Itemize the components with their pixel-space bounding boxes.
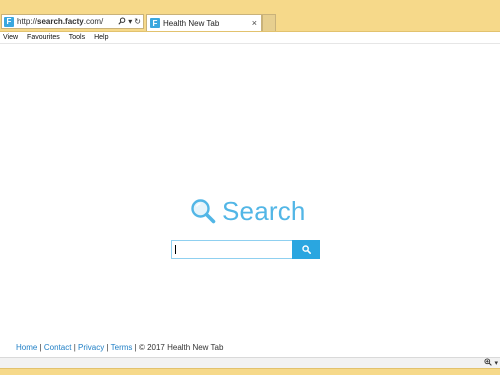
search-input[interactable] [171, 240, 292, 259]
footer-link-contact[interactable]: Contact [44, 343, 72, 352]
menu-bar: View Favourites Tools Help [0, 32, 500, 44]
browser-toolbar: F http://search.facty.com/ ▾ ↻ F Health … [0, 0, 500, 32]
site-favicon-icon: F [4, 16, 14, 27]
menu-view[interactable]: View [3, 34, 18, 41]
new-tab-button[interactable] [262, 14, 276, 31]
footer-separator: | [134, 343, 137, 352]
url-prefix: http:// [17, 17, 38, 26]
tab-health-new-tab[interactable]: F Health New Tab × [146, 14, 262, 31]
footer-link-terms[interactable]: Terms [111, 343, 133, 352]
menu-help[interactable]: Help [94, 34, 108, 41]
status-bar: ▾ [0, 357, 500, 368]
footer-separator: | [39, 343, 42, 352]
tab-close-icon[interactable]: × [252, 18, 261, 28]
search-logo-text: Search [222, 196, 306, 226]
url-host: search.facty [37, 17, 84, 26]
address-bar[interactable]: F http://search.facty.com/ ▾ ↻ [1, 14, 144, 29]
zoom-control[interactable]: ▾ [484, 358, 498, 368]
footer-copyright: © 2017 Health New Tab [138, 343, 224, 352]
footer-link-privacy[interactable]: Privacy [78, 343, 104, 352]
address-search-icon[interactable] [118, 17, 126, 27]
url-suffix: .com/ [83, 17, 104, 26]
footer: Home | Contact | Privacy | Terms | © 201… [16, 343, 223, 352]
magnifier-logo-icon [190, 198, 216, 224]
zoom-icon[interactable] [484, 358, 493, 368]
tab-favicon-icon: F [150, 18, 160, 28]
footer-separator: | [73, 343, 76, 352]
footer-separator: | [106, 343, 109, 352]
search-form [171, 240, 320, 259]
refresh-icon[interactable]: ↻ [134, 17, 141, 26]
search-button[interactable] [292, 240, 320, 259]
search-icon [301, 242, 311, 257]
footer-link-home[interactable]: Home [16, 343, 37, 352]
address-dropdown-icon[interactable]: ▾ [128, 17, 132, 26]
taskbar-strip [0, 368, 500, 375]
search-logo: Search [190, 196, 306, 226]
menu-favourites[interactable]: Favourites [27, 34, 60, 41]
menu-tools[interactable]: Tools [69, 34, 85, 41]
tab-title: Health New Tab [163, 18, 220, 28]
address-url[interactable]: http://search.facty.com/ [17, 17, 118, 26]
zoom-dropdown-icon[interactable]: ▾ [494, 359, 498, 367]
text-cursor [175, 245, 176, 254]
